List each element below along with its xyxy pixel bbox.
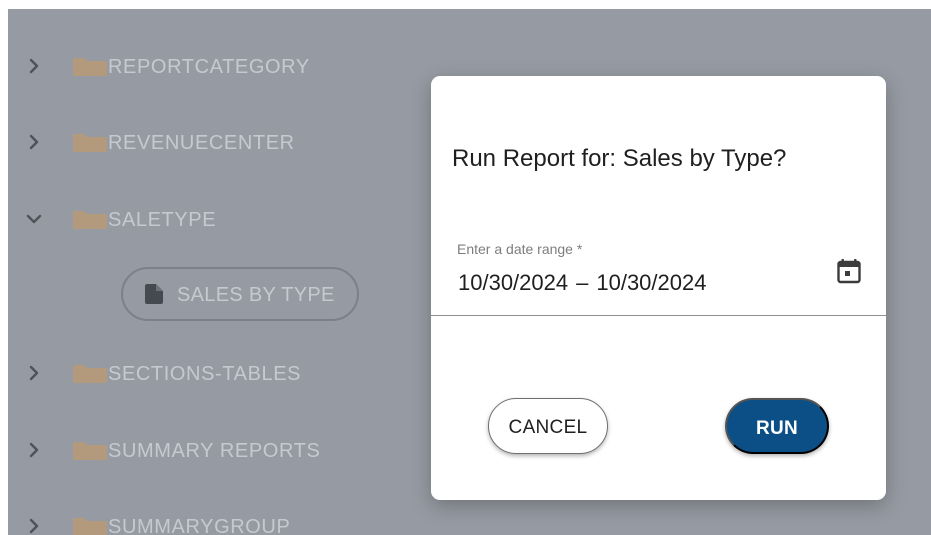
tree-item-label: SECTIONS-TABLES <box>108 363 302 385</box>
chevron-right-icon[interactable] <box>24 363 44 383</box>
chevron-right-icon[interactable] <box>24 440 44 460</box>
dialog-title: Run Report for: Sales by Type? <box>452 145 787 172</box>
tree-item-summarygroup[interactable]: SUMMARYGROUP <box>8 506 428 535</box>
calendar-icon[interactable] <box>835 257 863 285</box>
cancel-button[interactable]: CANCEL <box>488 398 608 454</box>
tree-item-label: SUMMARYGROUP <box>108 516 291 535</box>
date-range-end-input[interactable]: 10/30/2024 <box>596 270 706 295</box>
tree-item-label: SUMMARY REPORTS <box>108 440 321 462</box>
date-range-start-input[interactable]: 10/30/2024 <box>458 270 568 295</box>
chevron-right-icon[interactable] <box>24 56 44 76</box>
report-chip-label: SALES BY TYPE <box>177 284 335 306</box>
folder-icon <box>73 58 107 76</box>
date-range-field[interactable]: Enter a date range * 10/30/2024–10/30/20… <box>431 224 886 316</box>
run-button[interactable]: RUN <box>725 398 829 454</box>
date-range-label: Enter a date range * <box>457 241 583 257</box>
tree-item-sections-tables[interactable]: SECTIONS-TABLES <box>8 353 428 393</box>
folder-icon <box>73 442 107 460</box>
tree-item-label: SALETYPE <box>108 209 217 231</box>
chevron-right-icon[interactable] <box>24 516 44 535</box>
document-icon <box>145 284 163 304</box>
folder-icon <box>73 518 107 535</box>
tree-item-summary-reports[interactable]: SUMMARY REPORTS <box>8 430 428 470</box>
date-range-value[interactable]: 10/30/2024–10/30/2024 <box>458 269 706 297</box>
report-chip-sales-by-type[interactable]: SALES BY TYPE <box>121 267 359 321</box>
tree-item-saletype[interactable]: SALETYPE <box>8 199 428 239</box>
folder-icon <box>73 211 107 229</box>
chevron-right-icon[interactable] <box>24 132 44 152</box>
chevron-down-icon[interactable] <box>24 209 44 229</box>
tree-item-label: REPORTCATEGORY <box>108 56 310 78</box>
folder-icon <box>73 365 107 383</box>
tree-item-reportcategory[interactable]: REPORTCATEGORY <box>8 46 428 86</box>
date-range-separator: – <box>576 270 589 295</box>
tree-item-revenuecenter[interactable]: REVENUECENTER <box>8 122 428 162</box>
run-report-dialog: Run Report for: Sales by Type? Enter a d… <box>431 76 886 500</box>
folder-icon <box>73 134 107 152</box>
tree-item-label: REVENUECENTER <box>108 132 295 154</box>
